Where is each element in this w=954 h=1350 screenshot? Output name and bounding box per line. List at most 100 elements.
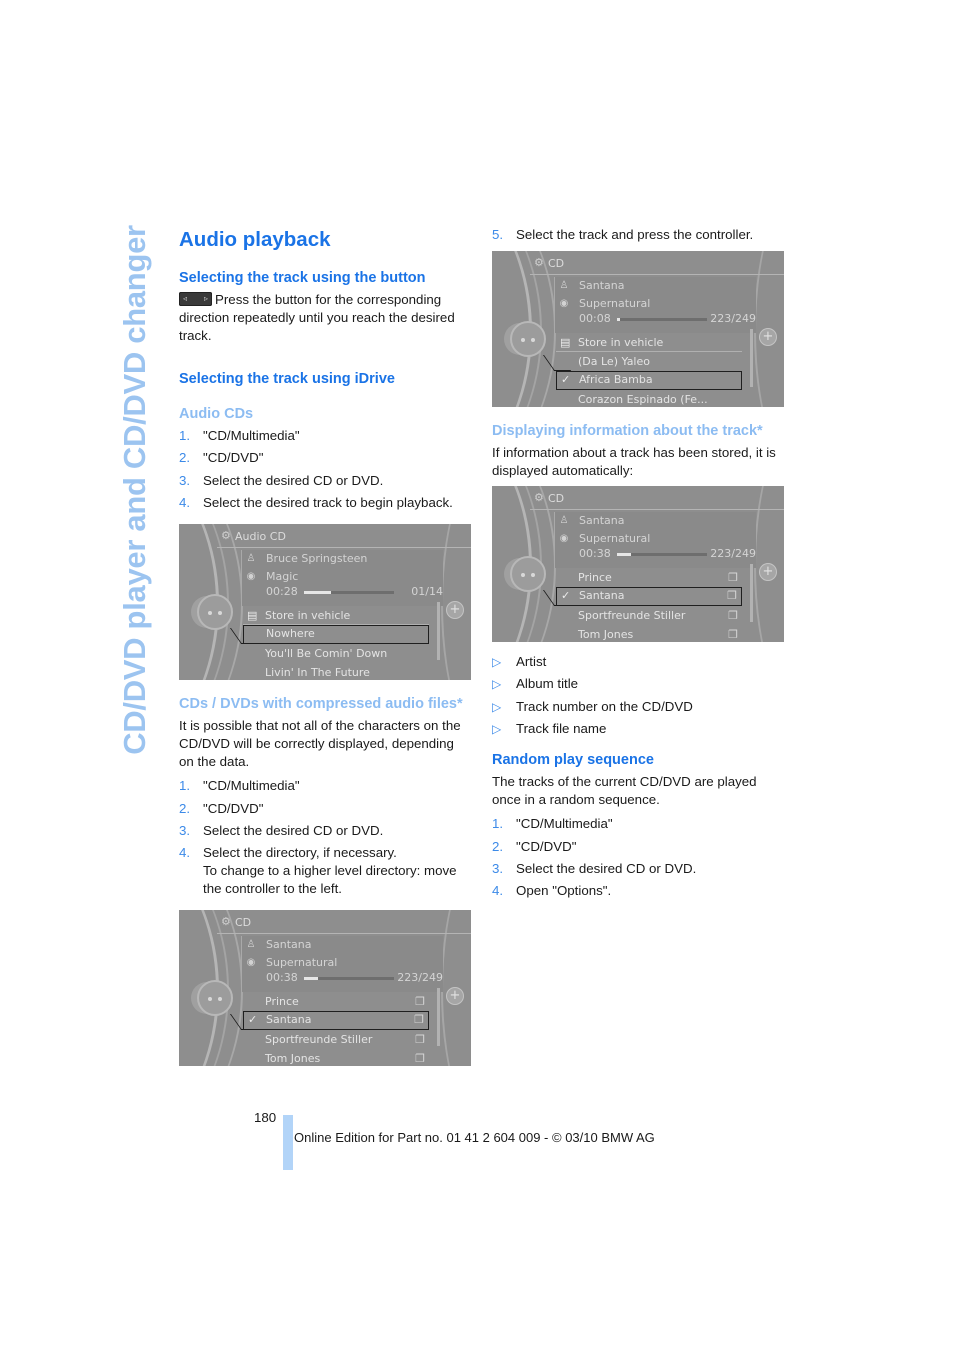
scrollbar: [437, 988, 440, 1047]
compressed-heading: CDs / DVDs with compressed audio files*: [179, 696, 463, 713]
compressed-text: It is possible that not all of the chara…: [179, 718, 461, 770]
step-item: 1. "CD/Multimedia": [492, 816, 613, 832]
bullet-item: ▷ Album title: [492, 676, 579, 692]
track-count: 01/14: [411, 585, 443, 599]
step-item: 4. Select the directory, if necessary. To …: [179, 845, 457, 897]
cd-source-icon: ⚙: [534, 491, 544, 504]
track-list-item[interactable]: Corazon Espinado (Fe...: [556, 390, 742, 407]
step-item: 4. Open "Options".: [492, 883, 612, 899]
skip-buttons-icon: ◃ ▹: [179, 292, 212, 306]
track-list-label: Corazon Espinado (Fe...: [578, 393, 708, 406]
check-icon: ✓: [248, 1013, 258, 1027]
step-item: 5. Select the track and press the control…: [492, 227, 754, 242]
audio-cds-steps: 1. "CD/Multimedia" 2. "CD/DVD" 3. Select th…: [179, 427, 471, 512]
track-list-item[interactable]: Livin' In The Future: [243, 663, 429, 680]
arrow-icon: ▷: [492, 677, 502, 692]
scrollbar: [437, 602, 440, 661]
step-item: 2. "CD/DVD": [492, 838, 577, 854]
display-info-heading: Displaying information about the track*: [492, 423, 763, 439]
controller-knob-icon: [197, 594, 233, 631]
elapsed-time: 00:28: [266, 585, 298, 599]
artist-icon: ♙: [246, 939, 256, 951]
track-info-panel: ♙ ◉ Santana Supernatural 00:38 223/249: [241, 936, 443, 993]
cd-source-icon: ⚙: [221, 529, 231, 543]
album-icon: ◉: [246, 571, 256, 583]
track-list-label: Santana: [266, 1013, 312, 1027]
screen-header: ⚙ CD: [217, 914, 471, 935]
album-name: Supernatural: [579, 297, 651, 310]
audio-cds-heading: Audio CDs: [179, 406, 254, 422]
cd-source-icon: ⚙: [221, 915, 231, 929]
display-info-text: If information about a track has been st…: [492, 445, 776, 478]
chapter-side-title: CD/DVD player and CD/DVD changer: [113, 225, 157, 755]
track-list-label: Prince: [265, 995, 299, 1009]
album-name: Magic: [266, 570, 299, 584]
arrow-icon: ▷: [492, 655, 502, 669]
track-list-item[interactable]: (Da Le) Yaleo: [556, 352, 742, 371]
artist-icon: ♙: [559, 280, 569, 291]
footer-edition: Online Edition for Part no. 01 41 2 604 …: [294, 1130, 655, 1145]
playback-progress: 00:38 223/249: [579, 547, 756, 561]
scrollbar: [750, 329, 753, 387]
track-list-item[interactable]: Tom Jones ❐: [556, 625, 742, 642]
folder-icon: ❐: [727, 589, 737, 602]
track-list-label: Store in vehicle: [265, 609, 351, 623]
step-item: 2. "CD/DVD": [179, 800, 264, 816]
step-item: 3. Select the desired CD or DVD.: [179, 822, 384, 838]
artist-name: Bruce Springsteen: [266, 552, 368, 566]
left-column: Audio playback Selecting the track using…: [179, 226, 471, 1067]
track-list-item[interactable]: ▤ Store in vehicle: [243, 606, 429, 626]
bullet-item: ▷ Artist: [492, 654, 547, 669]
album-name: Supernatural: [266, 956, 338, 970]
artist-icon: ♙: [246, 553, 256, 565]
progress-fill: [304, 977, 318, 981]
track-list-item[interactable]: ✓ Santana ❐: [556, 587, 742, 606]
folder-icon: ❐: [414, 1013, 424, 1027]
track-list-label: Santana: [579, 589, 625, 602]
step-5: 5. Select the track and press the control…: [492, 226, 784, 244]
track-list-label: Tom Jones: [578, 628, 634, 641]
step-item: 2. "CD/DVD": [179, 450, 264, 466]
screen-header: ⚙ Audio CD: [217, 528, 471, 549]
track-list-item[interactable]: Sportfreunde Stiller ❐: [556, 606, 742, 625]
track-list-item[interactable]: ▤ Store in vehicle: [556, 333, 742, 352]
track-list-item[interactable]: ✓ Santana ❐: [243, 1011, 429, 1031]
folder-icon: ❐: [728, 571, 738, 584]
track-list-label: Nowhere: [266, 627, 315, 641]
plus-icon: +: [759, 563, 777, 581]
track-list-label: Africa Bamba: [579, 373, 653, 386]
step-item: 3. Select the desired CD or DVD.: [179, 472, 384, 488]
album-icon: ◉: [559, 533, 569, 544]
page-title: Audio playback: [179, 228, 331, 251]
folder-icon: ❐: [415, 1033, 425, 1047]
track-list-item[interactable]: You'll Be Comin' Down: [243, 644, 429, 663]
folder-icon: ❐: [415, 995, 425, 1009]
step-item: 1. "CD/Multimedia": [179, 778, 300, 794]
track-list: Prince ❐ ✓ Santana ❐ Sportfreunde Stiller ❐ Tom…: [556, 568, 742, 642]
random-text: The tracks of the current CD/DVD are pla…: [492, 774, 757, 808]
track-list-item[interactable]: Nowhere: [243, 625, 429, 645]
track-list-item[interactable]: Tom Jones ❐: [243, 1049, 429, 1066]
track-list-item[interactable]: Prince ❐: [556, 568, 742, 587]
info-bullets: ▷ Artist ▷ Album title ▷ Track number on th…: [492, 653, 784, 738]
track-list-label: Livin' In The Future: [265, 666, 370, 680]
playback-progress: 00:38 223/249: [266, 971, 443, 985]
track-list-item[interactable]: Sportfreunde Stiller ❐: [243, 1030, 429, 1049]
progress-bar: [617, 553, 707, 556]
track-info-panel: ♙ ◉ Santana Supernatural 00:38 223/249: [554, 512, 756, 568]
right-column: 5. Select the track and press the control…: [492, 226, 784, 905]
controller-knob-icon: [510, 556, 546, 592]
track-count: 223/249: [710, 547, 756, 560]
track-list-item[interactable]: ✓ Africa Bamba: [556, 371, 742, 390]
compressed-steps: 1. "CD/Multimedia" 2. "CD/DVD" 3. Select th…: [179, 777, 471, 898]
screen-header-title: CD: [548, 257, 565, 270]
track-list: ▤ Store in vehicle (Da Le) Yaleo ✓ Africa Ba…: [556, 333, 742, 407]
album-name: Supernatural: [579, 532, 651, 545]
save-icon: ▤: [560, 336, 571, 349]
artist-name: Santana: [579, 279, 625, 292]
step-item: 1. "CD/Multimedia": [179, 428, 300, 443]
elapsed-time: 00:08: [579, 312, 611, 325]
track-list-label: Store in vehicle: [578, 336, 664, 349]
section-heading-button: Selecting the track using the button: [179, 270, 426, 286]
track-list-item[interactable]: Prince ❐: [243, 992, 429, 1011]
